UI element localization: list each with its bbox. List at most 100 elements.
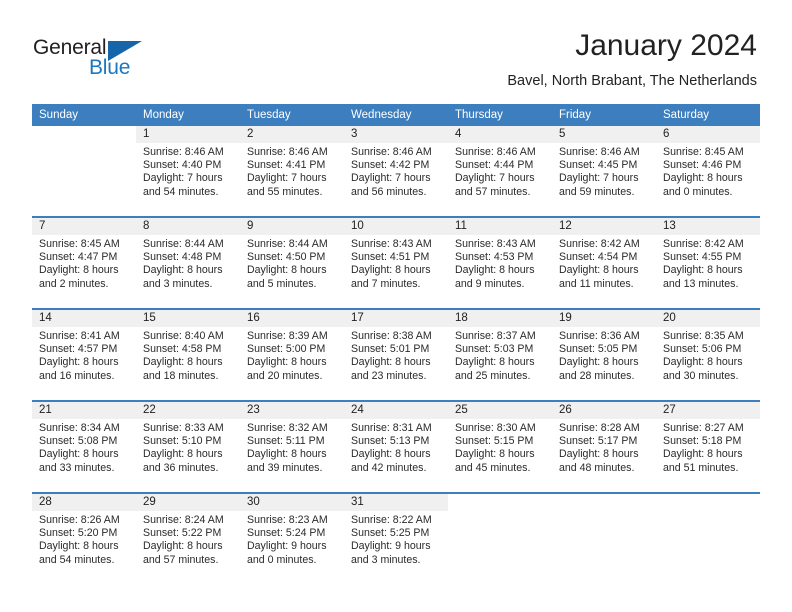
calendar-day-cell[interactable]: 29 Sunrise: 8:24 AM Sunset: 5:22 PM Dayligh… bbox=[136, 492, 240, 584]
calendar-week-row: 14 Sunrise: 8:41 AM Sunset: 4:57 PM Dayligh… bbox=[32, 308, 760, 401]
sunset-text: Sunset: 4:40 PM bbox=[143, 159, 222, 172]
calendar-day-cell[interactable]: 28 Sunrise: 8:26 AM Sunset: 5:20 PM Dayligh… bbox=[32, 492, 136, 584]
day-cell-details: Sunrise: 8:23 AM Sunset: 5:24 PM Daylight:… bbox=[240, 511, 344, 567]
sunrise-text: Sunrise: 8:33 AM bbox=[143, 422, 224, 434]
calendar-day-cell[interactable]: 6 Sunrise: 8:45 AM Sunset: 4:46 PM Daylight… bbox=[656, 126, 760, 217]
calendar-day-cell[interactable]: 7 Sunrise: 8:45 AM Sunset: 4:47 PM Daylight… bbox=[32, 216, 136, 309]
calendar-week-row: 28 Sunrise: 8:26 AM Sunset: 5:20 PM Dayligh… bbox=[32, 492, 760, 584]
day-cell-inner: 24 Sunrise: 8:31 AM Sunset: 5:13 PM Dayligh… bbox=[344, 402, 448, 490]
sunset-text: Sunset: 4:46 PM bbox=[663, 159, 742, 172]
day-number: 4 bbox=[448, 126, 552, 143]
day-number: 21 bbox=[32, 402, 136, 419]
day-number: 28 bbox=[32, 494, 136, 511]
calendar-day-cell[interactable]: 8 Sunrise: 8:44 AM Sunset: 4:48 PM Daylight… bbox=[136, 216, 240, 309]
day-cell-details: Sunrise: 8:30 AM Sunset: 5:15 PM Daylight:… bbox=[448, 419, 552, 475]
calendar-day-cell[interactable]: 14 Sunrise: 8:41 AM Sunset: 4:57 PM Dayligh… bbox=[32, 308, 136, 401]
calendar-day-cell[interactable]: 24 Sunrise: 8:31 AM Sunset: 5:13 PM Dayligh… bbox=[344, 400, 448, 493]
day-cell-inner: 5 Sunrise: 8:46 AM Sunset: 4:45 PM Daylight… bbox=[552, 126, 656, 214]
day-cell-details bbox=[552, 511, 656, 514]
day-number: 18 bbox=[448, 310, 552, 327]
daylight-text: Daylight: 8 hours and 7 minutes. bbox=[351, 264, 431, 290]
daylight-text: Daylight: 8 hours and 30 minutes. bbox=[663, 356, 743, 382]
weekday-header-row: Sunday Monday Tuesday Wednesday Thursday… bbox=[32, 104, 760, 126]
day-cell-inner: 3 Sunrise: 8:46 AM Sunset: 4:42 PM Daylight… bbox=[344, 126, 448, 214]
calendar-day-cell[interactable]: 19 Sunrise: 8:36 AM Sunset: 5:05 PM Dayligh… bbox=[552, 308, 656, 401]
day-cell-details: Sunrise: 8:43 AM Sunset: 4:53 PM Daylight:… bbox=[448, 235, 552, 291]
daylight-text: Daylight: 8 hours and 36 minutes. bbox=[143, 448, 223, 474]
calendar-day-cell[interactable]: 17 Sunrise: 8:38 AM Sunset: 5:01 PM Dayligh… bbox=[344, 308, 448, 401]
day-cell-details: Sunrise: 8:42 AM Sunset: 4:54 PM Daylight:… bbox=[552, 235, 656, 291]
calendar-week-row: 7 Sunrise: 8:45 AM Sunset: 4:47 PM Daylight… bbox=[32, 216, 760, 309]
day-cell-inner: 12 Sunrise: 8:42 AM Sunset: 4:54 PM Dayligh… bbox=[552, 218, 656, 306]
sunset-text: Sunset: 5:06 PM bbox=[663, 343, 742, 356]
calendar-day-cell[interactable]: 22 Sunrise: 8:33 AM Sunset: 5:10 PM Dayligh… bbox=[136, 400, 240, 493]
calendar-day-cell[interactable]: 31 Sunrise: 8:22 AM Sunset: 5:25 PM Dayligh… bbox=[344, 492, 448, 584]
day-number: 16 bbox=[240, 310, 344, 327]
day-number: 20 bbox=[656, 310, 760, 327]
day-number: 14 bbox=[32, 310, 136, 327]
calendar-day-cell[interactable]: 25 Sunrise: 8:30 AM Sunset: 5:15 PM Dayligh… bbox=[448, 400, 552, 493]
sunset-text: Sunset: 4:51 PM bbox=[351, 251, 430, 264]
calendar-week-row: 21 Sunrise: 8:34 AM Sunset: 5:08 PM Dayligh… bbox=[32, 400, 760, 493]
day-cell-details: Sunrise: 8:32 AM Sunset: 5:11 PM Daylight:… bbox=[240, 419, 344, 475]
calendar-day-cell[interactable]: 23 Sunrise: 8:32 AM Sunset: 5:11 PM Dayligh… bbox=[240, 400, 344, 493]
title-block: January 2024 Bavel, North Brabant, The N… bbox=[507, 28, 757, 90]
sunset-text: Sunset: 4:44 PM bbox=[455, 159, 534, 172]
calendar-day-cell[interactable]: 26 Sunrise: 8:28 AM Sunset: 5:17 PM Dayligh… bbox=[552, 400, 656, 493]
calendar-day-cell[interactable]: 13 Sunrise: 8:42 AM Sunset: 4:55 PM Dayligh… bbox=[656, 216, 760, 309]
day-cell-inner: 16 Sunrise: 8:39 AM Sunset: 5:00 PM Dayligh… bbox=[240, 310, 344, 398]
day-cell-details: Sunrise: 8:38 AM Sunset: 5:01 PM Daylight:… bbox=[344, 327, 448, 383]
day-number: 8 bbox=[136, 218, 240, 235]
calendar-day-cell[interactable]: 12 Sunrise: 8:42 AM Sunset: 4:54 PM Dayligh… bbox=[552, 216, 656, 309]
day-cell-details: Sunrise: 8:41 AM Sunset: 4:57 PM Daylight:… bbox=[32, 327, 136, 383]
day-number: 30 bbox=[240, 494, 344, 511]
daylight-text: Daylight: 8 hours and 33 minutes. bbox=[39, 448, 119, 474]
day-cell-details: Sunrise: 8:42 AM Sunset: 4:55 PM Daylight:… bbox=[656, 235, 760, 291]
day-cell-details: Sunrise: 8:26 AM Sunset: 5:20 PM Daylight:… bbox=[32, 511, 136, 567]
day-cell-inner: 9 Sunrise: 8:44 AM Sunset: 4:50 PM Daylight… bbox=[240, 218, 344, 306]
weekday-header-tuesday: Tuesday bbox=[240, 104, 344, 126]
sunset-text: Sunset: 5:18 PM bbox=[663, 435, 742, 448]
daylight-text: Daylight: 8 hours and 57 minutes. bbox=[143, 540, 223, 566]
calendar-day-cell[interactable]: 16 Sunrise: 8:39 AM Sunset: 5:00 PM Dayligh… bbox=[240, 308, 344, 401]
day-number: 2 bbox=[240, 126, 344, 143]
calendar-day-cell[interactable]: 30 Sunrise: 8:23 AM Sunset: 5:24 PM Dayligh… bbox=[240, 492, 344, 584]
calendar-day-cell[interactable]: 10 Sunrise: 8:43 AM Sunset: 4:51 PM Dayligh… bbox=[344, 216, 448, 309]
calendar-day-cell[interactable]: 21 Sunrise: 8:34 AM Sunset: 5:08 PM Dayligh… bbox=[32, 400, 136, 493]
calendar-day-cell[interactable]: 27 Sunrise: 8:27 AM Sunset: 5:18 PM Dayligh… bbox=[656, 400, 760, 493]
calendar-day-cell[interactable]: 18 Sunrise: 8:37 AM Sunset: 5:03 PM Dayligh… bbox=[448, 308, 552, 401]
daylight-text: Daylight: 8 hours and 51 minutes. bbox=[663, 448, 743, 474]
daylight-text: Daylight: 8 hours and 20 minutes. bbox=[247, 356, 327, 382]
calendar-day-cell[interactable]: 4 Sunrise: 8:46 AM Sunset: 4:44 PM Daylight… bbox=[448, 126, 552, 217]
day-cell-inner: 29 Sunrise: 8:24 AM Sunset: 5:22 PM Dayligh… bbox=[136, 494, 240, 582]
day-number: 31 bbox=[344, 494, 448, 511]
sunset-text: Sunset: 4:50 PM bbox=[247, 251, 326, 264]
sunset-text: Sunset: 4:42 PM bbox=[351, 159, 430, 172]
day-number bbox=[656, 494, 760, 511]
weekday-header-thursday: Thursday bbox=[448, 104, 552, 126]
calendar-day-cell[interactable]: 11 Sunrise: 8:43 AM Sunset: 4:53 PM Dayligh… bbox=[448, 216, 552, 309]
day-cell-details: Sunrise: 8:39 AM Sunset: 5:00 PM Daylight:… bbox=[240, 327, 344, 383]
calendar-day-cell[interactable]: 3 Sunrise: 8:46 AM Sunset: 4:42 PM Daylight… bbox=[344, 126, 448, 217]
calendar-day-cell[interactable]: 20 Sunrise: 8:35 AM Sunset: 5:06 PM Dayligh… bbox=[656, 308, 760, 401]
daylight-text: Daylight: 8 hours and 9 minutes. bbox=[455, 264, 535, 290]
calendar-day-cell bbox=[448, 492, 552, 584]
calendar-day-cell[interactable]: 5 Sunrise: 8:46 AM Sunset: 4:45 PM Daylight… bbox=[552, 126, 656, 217]
sunset-text: Sunset: 4:54 PM bbox=[559, 251, 638, 264]
sunrise-text: Sunrise: 8:27 AM bbox=[663, 422, 744, 434]
calendar-day-cell[interactable]: 9 Sunrise: 8:44 AM Sunset: 4:50 PM Daylight… bbox=[240, 216, 344, 309]
day-cell-inner: 25 Sunrise: 8:30 AM Sunset: 5:15 PM Dayligh… bbox=[448, 402, 552, 490]
calendar-day-cell[interactable]: 2 Sunrise: 8:46 AM Sunset: 4:41 PM Daylight… bbox=[240, 126, 344, 217]
day-cell-details: Sunrise: 8:44 AM Sunset: 4:50 PM Daylight:… bbox=[240, 235, 344, 291]
day-cell-details: Sunrise: 8:36 AM Sunset: 5:05 PM Daylight:… bbox=[552, 327, 656, 383]
calendar-day-cell[interactable]: 15 Sunrise: 8:40 AM Sunset: 4:58 PM Dayligh… bbox=[136, 308, 240, 401]
general-blue-logo[interactable]: General Blue bbox=[33, 36, 173, 82]
calendar-week-row: 1 Sunrise: 8:46 AM Sunset: 4:40 PM Daylight… bbox=[32, 126, 760, 217]
sunrise-text: Sunrise: 8:22 AM bbox=[351, 514, 432, 526]
sunset-text: Sunset: 4:47 PM bbox=[39, 251, 118, 264]
page-title: January 2024 bbox=[575, 29, 757, 62]
day-cell-inner: 10 Sunrise: 8:43 AM Sunset: 4:51 PM Dayligh… bbox=[344, 218, 448, 306]
calendar-day-cell[interactable]: 1 Sunrise: 8:46 AM Sunset: 4:40 PM Daylight… bbox=[136, 126, 240, 217]
day-number bbox=[552, 494, 656, 511]
calendar-day-cell bbox=[656, 492, 760, 584]
